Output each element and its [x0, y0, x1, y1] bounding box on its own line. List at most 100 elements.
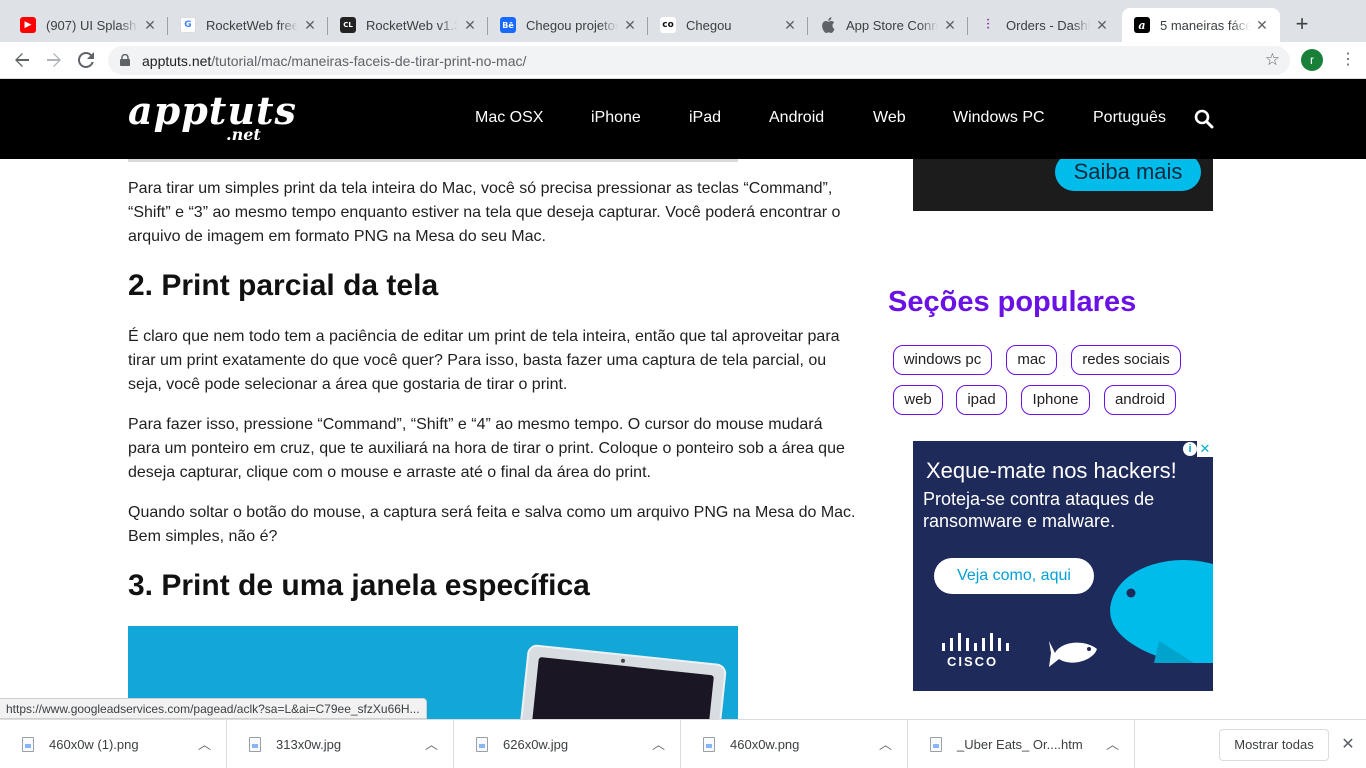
- ad-close-icon[interactable]: ✕: [1197, 441, 1213, 457]
- search-icon[interactable]: [1194, 109, 1214, 129]
- rocketweb-icon: CL: [340, 17, 356, 33]
- popular-sections-title: Seções populares: [888, 286, 1137, 318]
- profile-avatar[interactable]: r: [1301, 49, 1323, 71]
- download-item[interactable]: 460x0w.png ︿: [681, 720, 908, 768]
- site-header: apptuts .net Mac OSX iPhone iPad Android…: [0, 79, 1366, 159]
- close-icon[interactable]: ✕: [302, 17, 318, 34]
- tab-app-store-connect[interactable]: App Store Connect ✕: [808, 8, 968, 42]
- address-bar[interactable]: apptuts.net/tutorial/mac/maneiras-faceis…: [108, 46, 1290, 75]
- download-item[interactable]: _Uber Eats_ Or....htm ︿: [908, 720, 1135, 768]
- tab-chegou[interactable]: co Chegou ✕: [648, 8, 808, 42]
- nav-android[interactable]: Android: [769, 109, 824, 127]
- tag-web[interactable]: web: [893, 385, 943, 415]
- close-icon[interactable]: ✕: [462, 17, 478, 34]
- file-image-icon: [249, 737, 261, 752]
- apptuts-icon: a: [1134, 17, 1150, 33]
- browser-tab-strip: ▶ (907) UI Splash Screen ✕ G RocketWeb f…: [0, 0, 1366, 42]
- chevron-up-icon[interactable]: ︿: [198, 734, 211, 753]
- tab-title: 5 maneiras fáceis: [1160, 17, 1250, 33]
- browser-toolbar: apptuts.net/tutorial/mac/maneiras-faceis…: [0, 42, 1366, 79]
- ad-subtext: Proteja-se contra ataques de ransomware …: [923, 489, 1155, 531]
- tab-title: Chegou projetos: [526, 17, 618, 33]
- article-image-bottom-edge: [128, 159, 738, 162]
- tag-ipad[interactable]: ipad: [956, 385, 1007, 415]
- sidebar-ad-top[interactable]: Saiba mais: [913, 159, 1213, 211]
- link-status-bubble: https://www.googleadservices.com/pagead/…: [0, 698, 427, 719]
- tag-windows-pc[interactable]: windows pc: [893, 345, 992, 375]
- close-downloads-icon[interactable]: ✕: [1340, 734, 1356, 754]
- nav-windows-pc[interactable]: Windows PC: [953, 109, 1045, 127]
- bookmark-star-icon[interactable]: ☆: [1265, 50, 1280, 70]
- browser-menu-icon[interactable]: ⋮: [1340, 48, 1356, 72]
- download-filename: _Uber Eats_ Or....htm: [957, 737, 1083, 752]
- tag-android[interactable]: android: [1104, 385, 1176, 415]
- reload-icon[interactable]: [74, 48, 98, 72]
- download-filename: 460x0w.png: [730, 737, 800, 752]
- tab-orders-dashboard[interactable]: ⫶ Orders - Dashboard ✕: [968, 8, 1120, 42]
- ad-cta-button[interactable]: Veja como, aqui: [934, 558, 1094, 594]
- downloads-bar: 460x0w (1).png ︿ 313x0w.jpg ︿ 626x0w.jpg…: [0, 719, 1366, 768]
- tab-youtube[interactable]: ▶ (907) UI Splash Screen ✕: [8, 8, 168, 42]
- article-paragraph: Para fazer isso, pressione “Command”, “S…: [128, 416, 845, 481]
- chevron-up-icon[interactable]: ︿: [652, 734, 665, 753]
- close-icon[interactable]: ✕: [1254, 17, 1270, 34]
- nav-ipad[interactable]: iPad: [689, 109, 721, 127]
- apptuts-logo[interactable]: apptuts .net: [128, 91, 297, 145]
- whale-illustration: [1110, 560, 1213, 663]
- new-tab-button[interactable]: +: [1290, 12, 1314, 36]
- chevron-up-icon[interactable]: ︿: [1106, 734, 1119, 753]
- tab-title: (907) UI Splash Screen: [46, 17, 138, 33]
- download-item[interactable]: 460x0w (1).png ︿: [0, 720, 227, 768]
- cisco-ad-banner[interactable]: i ✕ Xeque-mate nos hackers! Proteja-se c…: [913, 441, 1213, 691]
- forward-arrow-icon[interactable]: [42, 48, 66, 72]
- close-icon[interactable]: ✕: [782, 17, 798, 34]
- nav-iphone[interactable]: iPhone: [591, 109, 641, 127]
- saiba-mais-button[interactable]: Saiba mais: [1055, 159, 1201, 191]
- nav-web[interactable]: Web: [873, 109, 906, 127]
- lock-icon: [120, 54, 130, 66]
- file-image-icon: [703, 737, 715, 752]
- tab-rocketweb-free[interactable]: G RocketWeb free ✕: [168, 8, 328, 42]
- close-icon[interactable]: ✕: [942, 17, 958, 34]
- tab-title: RocketWeb v1.3: [366, 17, 458, 33]
- file-image-icon: [476, 737, 488, 752]
- google-icon: G: [180, 17, 196, 33]
- chevron-up-icon[interactable]: ︿: [879, 734, 892, 753]
- behance-icon: Bē: [500, 17, 516, 33]
- tab-apptuts-active[interactable]: a 5 maneiras fáceis ✕: [1122, 8, 1280, 42]
- file-image-icon: [22, 737, 34, 752]
- youtube-icon: ▶: [20, 17, 36, 33]
- chegou-icon: co: [660, 17, 676, 33]
- close-icon[interactable]: ✕: [142, 17, 158, 34]
- ad-headline: Xeque-mate nos hackers!: [926, 458, 1177, 483]
- adchoices-icon[interactable]: i: [1183, 442, 1197, 456]
- back-arrow-icon[interactable]: [10, 48, 34, 72]
- section-heading: 3. Print de uma janela específica: [128, 569, 590, 602]
- tab-rocketweb[interactable]: CL RocketWeb v1.3 ✕: [328, 8, 488, 42]
- close-icon[interactable]: ✕: [1094, 17, 1110, 34]
- download-filename: 313x0w.jpg: [276, 737, 342, 752]
- cisco-logo-icon: CISCO: [942, 633, 1009, 669]
- section-heading: 2. Print parcial da tela: [128, 269, 439, 302]
- article-paragraph: Para tirar um simples print da tela inte…: [128, 180, 841, 245]
- tab-title: Chegou: [686, 17, 732, 33]
- laptop-illustration: [518, 643, 728, 719]
- page-content: Para tirar um simples print da tela inte…: [0, 159, 1366, 719]
- tab-chegou-projetos[interactable]: Bē Chegou projetos ✕: [488, 8, 648, 42]
- nav-mac-osx[interactable]: Mac OSX: [475, 109, 543, 127]
- download-filename: 460x0w (1).png: [49, 737, 139, 752]
- article-paragraph: Quando soltar o botão do mouse, a captur…: [128, 504, 856, 545]
- download-item[interactable]: 313x0w.jpg ︿: [227, 720, 454, 768]
- download-filename: 626x0w.jpg: [503, 737, 569, 752]
- nav-language[interactable]: Português: [1093, 109, 1166, 127]
- tag-mac[interactable]: mac: [1006, 345, 1057, 375]
- download-item[interactable]: 626x0w.jpg ︿: [454, 720, 681, 768]
- close-icon[interactable]: ✕: [622, 17, 638, 34]
- show-all-downloads-button[interactable]: Mostrar todas: [1219, 729, 1329, 761]
- tag-iphone[interactable]: Iphone: [1021, 385, 1090, 415]
- tag-redes-sociais[interactable]: redes sociais: [1071, 345, 1181, 375]
- apple-icon: [820, 17, 836, 33]
- tab-title: App Store Connect: [846, 17, 938, 33]
- chevron-up-icon[interactable]: ︿: [425, 734, 438, 753]
- tab-title: Orders - Dashboard: [1006, 17, 1090, 33]
